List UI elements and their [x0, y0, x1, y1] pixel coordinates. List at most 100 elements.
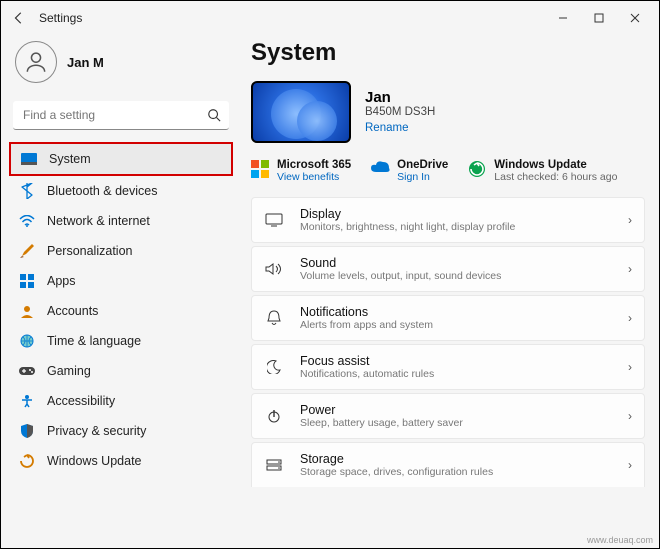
nav-list: System Bluetooth & devices Network & int… [9, 142, 233, 476]
card-sound[interactable]: SoundVolume levels, output, input, sound… [251, 246, 645, 292]
maximize-icon [594, 13, 604, 23]
card-title: Power [300, 403, 612, 417]
sidebar-item-gaming[interactable]: Gaming [9, 356, 233, 386]
globe-icon [19, 333, 35, 349]
card-sub: Monitors, brightness, night light, displ… [300, 221, 612, 233]
card-title: Focus assist [300, 354, 612, 368]
storage-icon [264, 459, 284, 471]
card-title: Sound [300, 256, 612, 270]
sidebar-item-bluetooth[interactable]: Bluetooth & devices [9, 176, 233, 206]
card-power[interactable]: PowerSleep, battery usage, battery saver… [251, 393, 645, 439]
titlebar: Settings [1, 1, 659, 35]
onedrive-icon [371, 160, 389, 178]
main-panel: System Jan B450M DS3H Rename Microsoft 3… [241, 35, 651, 548]
sidebar-item-label: Privacy & security [47, 424, 146, 438]
card-display[interactable]: DisplayMonitors, brightness, night light… [251, 197, 645, 243]
card-sub: Storage space, drives, configuration rul… [300, 466, 612, 478]
card-storage[interactable]: StorageStorage space, drives, configurat… [251, 442, 645, 487]
card-sub: Sleep, battery usage, battery saver [300, 417, 612, 429]
service-windows-update[interactable]: Windows Update Last checked: 6 hours ago [468, 159, 617, 183]
maximize-button[interactable] [581, 4, 617, 32]
minimize-button[interactable] [545, 4, 581, 32]
service-sub: Last checked: 6 hours ago [494, 171, 617, 183]
sound-icon [264, 262, 284, 276]
sidebar-item-label: Windows Update [47, 454, 142, 468]
settings-cards: DisplayMonitors, brightness, night light… [251, 197, 645, 487]
card-focus-assist[interactable]: Focus assistNotifications, automatic rul… [251, 344, 645, 390]
sidebar-item-label: Personalization [47, 244, 132, 258]
search-box[interactable] [13, 101, 229, 130]
search-icon [207, 108, 221, 127]
desktop-preview [251, 81, 351, 143]
sidebar-item-apps[interactable]: Apps [9, 266, 233, 296]
chevron-right-icon: › [628, 311, 632, 325]
sidebar-item-label: Gaming [47, 364, 91, 378]
sidebar: Jan M System Bluetooth & devices Network… [9, 35, 241, 548]
sidebar-item-label: Network & internet [47, 214, 150, 228]
service-title: Microsoft 365 [277, 159, 351, 171]
power-icon [264, 409, 284, 423]
bluetooth-icon [19, 183, 35, 199]
moon-icon [264, 360, 284, 374]
chevron-right-icon: › [628, 360, 632, 374]
pc-name: Jan [365, 89, 435, 106]
chevron-right-icon: › [628, 213, 632, 227]
microsoft-icon [251, 160, 269, 178]
display-icon [264, 213, 284, 227]
sidebar-item-label: Accessibility [47, 394, 115, 408]
sidebar-item-time-language[interactable]: Time & language [9, 326, 233, 356]
window-title: Settings [39, 11, 82, 25]
person-icon [23, 49, 49, 75]
sidebar-item-privacy[interactable]: Privacy & security [9, 416, 233, 446]
minimize-icon [558, 13, 568, 23]
service-sub: View benefits [277, 171, 351, 183]
paintbrush-icon [19, 243, 35, 259]
system-icon [21, 151, 37, 167]
service-microsoft365[interactable]: Microsoft 365 View benefits [251, 159, 351, 183]
arrow-left-icon [12, 11, 26, 25]
search-input[interactable] [13, 101, 229, 130]
sidebar-item-accounts[interactable]: Accounts [9, 296, 233, 326]
sidebar-item-label: System [49, 152, 91, 166]
sidebar-item-personalization[interactable]: Personalization [9, 236, 233, 266]
shield-icon [19, 423, 35, 439]
chevron-right-icon: › [628, 262, 632, 276]
watermark: www.deuaq.com [587, 535, 653, 545]
card-title: Display [300, 207, 612, 221]
close-button[interactable] [617, 4, 653, 32]
pc-block: Jan B450M DS3H Rename [251, 81, 645, 143]
service-title: OneDrive [397, 159, 448, 171]
service-sub: Sign In [397, 171, 448, 183]
sidebar-item-network[interactable]: Network & internet [9, 206, 233, 236]
card-notifications[interactable]: NotificationsAlerts from apps and system… [251, 295, 645, 341]
user-account[interactable]: Jan M [15, 41, 231, 83]
card-sub: Volume levels, output, input, sound devi… [300, 270, 612, 282]
page-title: System [251, 39, 645, 67]
chevron-right-icon: › [628, 409, 632, 423]
card-title: Storage [300, 452, 612, 466]
sidebar-item-label: Time & language [47, 334, 141, 348]
accounts-icon [19, 303, 35, 319]
card-sub: Notifications, automatic rules [300, 368, 612, 380]
pc-model: B450M DS3H [365, 106, 435, 118]
sidebar-item-windows-update[interactable]: Windows Update [9, 446, 233, 476]
accessibility-icon [19, 393, 35, 409]
card-title: Notifications [300, 305, 612, 319]
services-row: Microsoft 365 View benefits OneDrive Sig… [251, 159, 645, 183]
update-icon [19, 453, 35, 469]
service-title: Windows Update [494, 159, 617, 171]
sidebar-item-accessibility[interactable]: Accessibility [9, 386, 233, 416]
sidebar-item-label: Apps [47, 274, 76, 288]
sync-icon [468, 160, 486, 178]
sidebar-item-label: Bluetooth & devices [47, 184, 158, 198]
back-button[interactable] [7, 11, 31, 25]
close-icon [630, 13, 640, 23]
avatar [15, 41, 57, 83]
wifi-icon [19, 213, 35, 229]
sidebar-item-label: Accounts [47, 304, 98, 318]
gaming-icon [19, 363, 35, 379]
sidebar-item-system[interactable]: System [9, 142, 233, 176]
service-onedrive[interactable]: OneDrive Sign In [371, 159, 448, 183]
rename-link[interactable]: Rename [365, 122, 408, 134]
apps-icon [19, 273, 35, 289]
